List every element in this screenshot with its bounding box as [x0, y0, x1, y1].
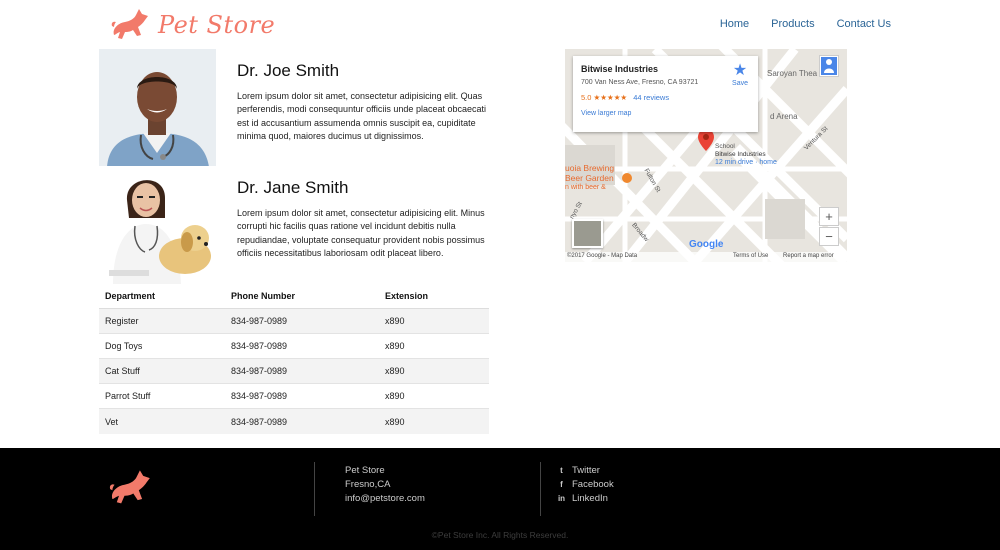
facebook-link[interactable]: f Facebook	[557, 478, 614, 492]
map-label-brewing-desc: n with beer &	[565, 184, 606, 191]
table-cell: x890	[379, 383, 489, 409]
doctor-name: Dr. Jane Smith	[237, 178, 349, 197]
nav-contact-us[interactable]: Contact Us	[837, 18, 891, 30]
satellite-toggle-button[interactable]	[572, 219, 603, 248]
column-header: Extension	[379, 284, 489, 309]
running-dog-icon	[111, 9, 148, 39]
map-label-drive-time: 12 min drive · home	[715, 159, 777, 166]
table-cell: Dog Toys	[99, 332, 225, 359]
place-name: Bitwise Industries	[581, 64, 659, 74]
table-cell: x890	[379, 408, 489, 434]
footer-email-link[interactable]: info@petstore.com	[345, 492, 425, 506]
column-header: Department	[99, 284, 225, 309]
table-cell: Parrot Stuff	[99, 383, 225, 409]
nav-home[interactable]: Home	[720, 18, 749, 30]
table-row: Register 834-987-0989 x890	[99, 307, 489, 334]
twitter-label: Twitter	[572, 465, 600, 476]
report-map-error-link[interactable]: Report a map error	[783, 253, 834, 259]
map-label-beer-garden: Beer Garden	[565, 173, 614, 183]
linkedin-label: LinkedIn	[572, 493, 608, 504]
main-nav: Home Products Contact Us	[720, 18, 891, 30]
beer-icon	[622, 173, 632, 183]
table-cell: 834-987-0989	[225, 307, 379, 334]
table-row: Parrot Stuff 834-987-0989 x890	[99, 383, 489, 409]
twitter-link[interactable]: t Twitter	[557, 464, 614, 478]
column-header: Phone Number	[225, 284, 379, 309]
map-label-bitwise: Bitwise Industries	[715, 151, 766, 158]
place-rating: 5.0 ★★★★★ 44 reviews	[581, 93, 750, 102]
table-cell: x890	[379, 332, 489, 359]
google-logo: Google	[689, 239, 724, 250]
table-header-row: Department Phone Number Extension	[99, 284, 489, 309]
place-address: 700 Van Ness Ave, Fresno, CA 93721	[581, 79, 699, 86]
doctor-photo	[99, 49, 216, 167]
street-view-pegman-icon[interactable]	[819, 55, 839, 77]
linkedin-icon: in	[557, 494, 566, 503]
map-label-school: School	[715, 143, 735, 150]
facebook-icon: f	[560, 480, 563, 489]
department-table: Department Phone Number Extension Regist…	[99, 284, 489, 434]
view-larger-map-link[interactable]: View larger map	[581, 110, 631, 117]
table-cell: 834-987-0989	[225, 408, 379, 434]
linkedin-link[interactable]: in LinkedIn	[557, 492, 614, 506]
table-cell: Register	[99, 307, 225, 334]
site-footer: Pet Store Fresno,CA info@petstore.com t …	[0, 448, 1000, 550]
zoom-in-button[interactable]: +	[819, 207, 839, 226]
rating-stars-icon: ★★★★★	[593, 93, 628, 102]
zoom-out-button[interactable]: −	[819, 227, 839, 246]
table-row: Dog Toys 834-987-0989 x890	[99, 332, 489, 359]
place-info-card: Bitwise Industries 700 Van Ness Ave, Fre…	[573, 56, 758, 132]
footer-divider	[314, 462, 315, 516]
map-copyright: ©2017 Google - Map Data	[567, 253, 638, 259]
doctor-card: Dr. Jane Smith Lorem ipsum dolor sit ame…	[99, 166, 499, 284]
nav-products[interactable]: Products	[771, 18, 814, 30]
brand-name: Pet Store	[158, 11, 276, 39]
star-icon: ★	[732, 62, 748, 79]
table-cell: 834-987-0989	[225, 332, 379, 359]
table-cell: 834-987-0989	[225, 357, 379, 384]
brand-logo[interactable]: Pet Store	[108, 5, 275, 45]
table-cell: 834-987-0989	[225, 383, 379, 409]
facebook-label: Facebook	[572, 479, 614, 490]
table-cell: x890	[379, 307, 489, 334]
table-row: Vet 834-987-0989 x890	[99, 408, 489, 434]
table-row: Cat Stuff 834-987-0989 x890	[99, 357, 489, 384]
doctor-name: Dr. Joe Smith	[237, 61, 340, 80]
footer-divider	[540, 462, 541, 516]
save-button[interactable]: ★ Save	[732, 62, 748, 87]
location-pin-icon[interactable]	[698, 129, 714, 151]
rating-value: 5.0	[581, 93, 592, 102]
footer-location: Fresno,CA	[345, 479, 391, 490]
map-label-arena: d Arena	[770, 112, 798, 121]
map-attribution: ©2017 Google - Map Data Terms of Use Rep…	[565, 252, 847, 262]
doctor-info: Dr. Jane Smith Lorem ipsum dolor sit ame…	[237, 178, 492, 261]
footer-social: t Twitter f Facebook in LinkedIn	[557, 464, 614, 506]
table-cell: Cat Stuff	[99, 357, 225, 384]
embedded-map[interactable]: Saroyan Thea d Arena Ventura St School B…	[565, 49, 847, 262]
terms-of-use-link[interactable]: Terms of Use	[733, 253, 768, 259]
save-label: Save	[732, 80, 748, 87]
doctor-bio: Lorem ipsum dolor sit amet, consectetur …	[237, 91, 486, 142]
footer-copyright: ©Pet Store Inc. All Rights Reserved.	[431, 530, 569, 540]
doctor-card: Dr. Joe Smith Lorem ipsum dolor sit amet…	[99, 49, 499, 167]
table-cell: x890	[379, 357, 489, 384]
site-header: Pet Store Home Products Contact Us	[0, 0, 1000, 48]
table-cell: Vet	[99, 408, 225, 434]
footer-store-name: Pet Store	[345, 465, 385, 476]
twitter-icon: t	[560, 466, 563, 475]
running-dog-icon	[109, 470, 150, 504]
doctor-info: Dr. Joe Smith Lorem ipsum dolor sit amet…	[237, 61, 492, 144]
doctor-photo	[99, 166, 216, 284]
map-label-saroyan: Saroyan Thea	[767, 69, 818, 78]
reviews-link[interactable]: 44 reviews	[633, 93, 669, 102]
map-label-brewing: uoia Brewing	[565, 163, 615, 173]
doctor-bio: Lorem ipsum dolor sit amet, consectetur …	[237, 208, 485, 259]
footer-contact: Pet Store Fresno,CA info@petstore.com	[345, 464, 425, 506]
